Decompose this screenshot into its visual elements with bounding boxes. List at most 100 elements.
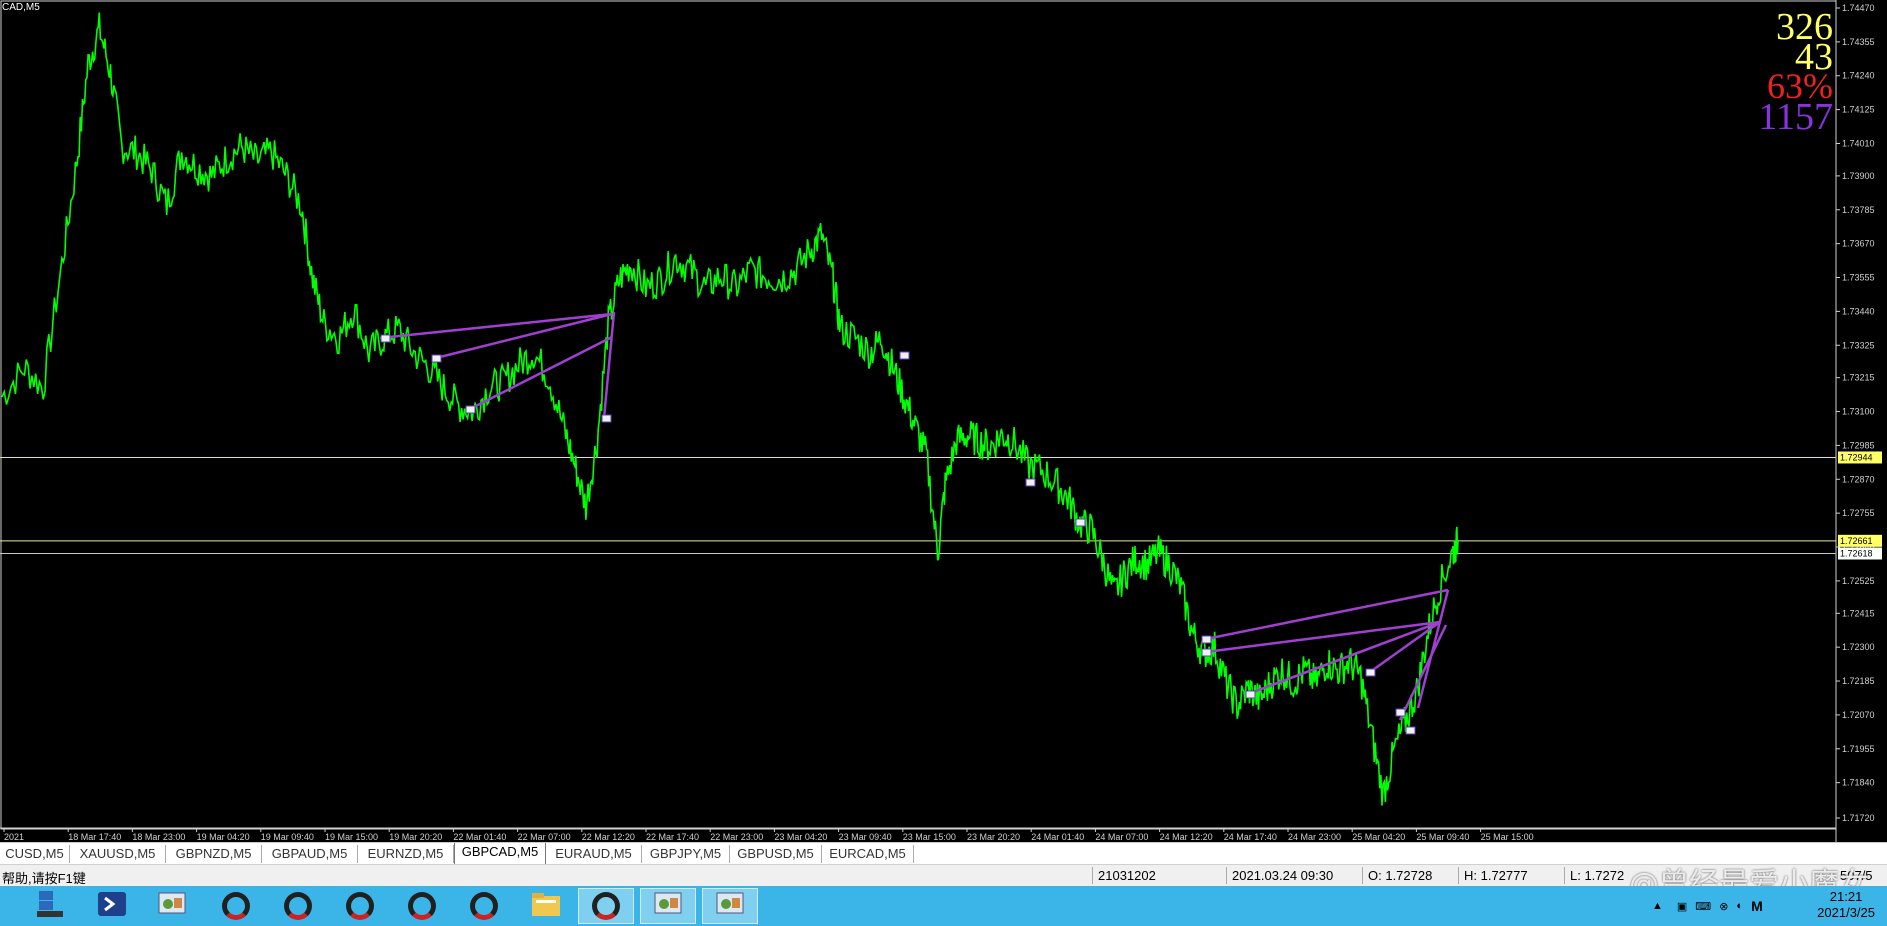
taskbar-app-control-panel[interactable] <box>144 888 200 924</box>
price-tick-label: 1.73325 <box>1842 340 1875 350</box>
taskbar-app-mt4-4[interactable] <box>394 888 450 924</box>
time-tick-label: 19 Mar 15:00 <box>325 832 378 842</box>
remote-desktop-icon <box>715 889 745 924</box>
taskbar-app-server-manager[interactable] <box>22 888 78 924</box>
time-tick-label: 24 Mar 01:40 <box>1031 832 1084 842</box>
tray-expand-icon[interactable]: ▲ <box>1652 900 1663 912</box>
price-tick-label: 1.74010 <box>1842 138 1875 148</box>
control-panel-icon <box>157 889 187 924</box>
pattern-line-2 <box>469 335 613 411</box>
hline-label-1: 1.72661 <box>1840 536 1873 546</box>
price-tick-label: 1.72525 <box>1842 576 1875 586</box>
taskbar-app-powershell[interactable] <box>84 888 140 924</box>
taskbar-app-mt4-5[interactable] <box>456 888 512 924</box>
folder-icon <box>530 890 562 923</box>
price-chart[interactable]: 1.74470 1.74355 1.74240 1.74125 1.74010 1.739… <box>0 0 1887 842</box>
bar-datetime: 2021.03.24 09:30 <box>1232 868 1334 883</box>
time-tick-label: 22 Mar 17:40 <box>646 832 699 842</box>
trade-marker-4 <box>899 351 910 360</box>
chart-tab-cusd-m5[interactable]: CUSD,M5 <box>0 845 70 863</box>
time-tick-label: 25 Mar 04:20 <box>1352 832 1405 842</box>
price-tick-label: 1.74355 <box>1842 37 1875 47</box>
chart-tab-gbpaud-m5[interactable]: GBPAUD,M5 <box>262 845 358 863</box>
time-tick-label: 24 Mar 07:00 <box>1095 832 1148 842</box>
pattern-line-8 <box>1398 624 1448 721</box>
price-tick-label: 1.73215 <box>1842 373 1875 383</box>
time-tick-label: 24 Mar 17:40 <box>1224 832 1277 842</box>
chart-tab-gbpcad-m5[interactable]: GBPCAD,M5 <box>454 843 546 865</box>
price-series-line <box>1 12 1459 806</box>
price-tick-label: 1.72985 <box>1842 440 1875 450</box>
trade-marker-0 <box>380 334 391 343</box>
bar-high: H: 1.72777 <box>1464 868 1528 883</box>
price-tick-label: 1.73900 <box>1842 171 1875 181</box>
chart-window-title: CAD,M5 <box>2 2 40 13</box>
trade-marker-12 <box>1405 726 1416 735</box>
trade-marker-9 <box>1245 690 1256 699</box>
price-tick-label: 1.73100 <box>1842 407 1875 417</box>
taskbar-app-mt4-3[interactable] <box>332 888 388 924</box>
time-tick-label: 24 Mar 12:20 <box>1160 832 1213 842</box>
time-tick-label: 23 Mar 20:20 <box>967 832 1020 842</box>
trade-marker-11 <box>1395 708 1406 717</box>
price-tick-label: 1.72870 <box>1842 474 1875 484</box>
taskbar-app-explorer[interactable] <box>518 888 574 924</box>
mt4-icon <box>408 892 436 920</box>
chart-tab-gbpnzd-m5[interactable]: GBPNZD,M5 <box>166 845 262 863</box>
price-tick-label: 1.72185 <box>1842 676 1875 686</box>
time-tick-label: 18 Mar 23:00 <box>132 832 185 842</box>
powershell-icon <box>97 890 127 923</box>
taskbar-app-mt4-1[interactable] <box>208 888 264 924</box>
mt4-icon <box>346 892 374 920</box>
system-tray: ▲ ▣ ⌨ ⊗ ◐ M <box>1652 886 1763 926</box>
price-tick-label: 1.71955 <box>1842 744 1875 754</box>
chart-tab-xauusd-m5[interactable]: XAUUSD,M5 <box>70 845 166 863</box>
help-hint: 帮助,请按F1键 <box>2 871 86 886</box>
chart-tab-gbpjpy-m5[interactable]: GBPJPY,M5 <box>642 845 730 863</box>
pattern-line-0 <box>379 312 613 340</box>
price-tick-label: 1.73785 <box>1842 205 1875 215</box>
chart-window[interactable]: 1.74470 1.74355 1.74240 1.74125 1.74010 1.739… <box>0 0 1887 842</box>
price-tick-label: 1.72300 <box>1842 642 1875 652</box>
chart-frame <box>0 0 1837 830</box>
bar-open: O: 1.72728 <box>1368 868 1433 883</box>
time-tick-label: 19 Mar 04:20 <box>197 832 250 842</box>
chart-tab-eurcad-m5[interactable]: EURCAD,M5 <box>822 845 914 863</box>
taskbar-app-mt4-active[interactable] <box>578 888 634 924</box>
time-tick-label: 25 Mar 09:40 <box>1416 832 1469 842</box>
chart-tab-bar: CUSD,M5 XAUUSD,M5 GBPNZD,M5 GBPAUD,M5 EURNZD… <box>0 842 1887 865</box>
mt4-icon <box>592 892 620 920</box>
chart-tab-eurnzd-m5[interactable]: EURNZD,M5 <box>358 845 454 863</box>
time-tick-label: 22 Mar 07:00 <box>518 832 571 842</box>
taskbar: ▲ ▣ ⌨ ⊗ ◐ M 21:21 2021/3/25 <box>0 886 1887 926</box>
price-tick-label: 1.72755 <box>1842 508 1875 518</box>
price-tick-label: 1.71720 <box>1842 813 1875 823</box>
trade-marker-2 <box>465 405 476 414</box>
price-tick-label: 1.71840 <box>1842 778 1875 788</box>
trade-marker-8 <box>1201 648 1212 657</box>
clock-time: 21:21 <box>1829 889 1863 904</box>
time-tick-label: 19 Mar 09:40 <box>261 832 314 842</box>
taskbar-app-mt4-2[interactable] <box>270 888 326 924</box>
price-tick-label: 1.73670 <box>1842 239 1875 249</box>
status-bar: 帮助,请按F1键 21031202 2021.03.24 09:30 O: 1.… <box>0 864 1887 902</box>
clock-date: 2021/3/25 <box>1817 905 1875 920</box>
taskbar-app-remote-2[interactable] <box>702 888 758 924</box>
ime-icon[interactable]: M <box>1751 898 1763 914</box>
stat-value-3: 1157 <box>1758 96 1833 138</box>
time-tick-label: 25 Mar 15:00 <box>1481 832 1534 842</box>
network-icon[interactable]: ▣ <box>1677 900 1687 913</box>
speaker-icon[interactable]: ◐ <box>1736 900 1743 912</box>
chart-tab-euraud-m5[interactable]: EURAUD,M5 <box>546 845 642 863</box>
time-tick-label: 23 Mar 04:20 <box>774 832 827 842</box>
taskbar-app-remote-1[interactable] <box>640 888 696 924</box>
trade-marker-3 <box>601 414 612 423</box>
price-tick-label: 1.74470 <box>1842 3 1875 13</box>
taskbar-clock[interactable]: 21:21 2021/3/25 <box>1817 889 1875 921</box>
chart-tab-gbpusd-m5[interactable]: GBPUSD,M5 <box>730 845 822 863</box>
volume-icon[interactable]: ⊗ <box>1719 900 1728 913</box>
keyboard-icon[interactable]: ⌨ <box>1695 900 1711 913</box>
price-tick-label: 1.74125 <box>1842 105 1875 115</box>
time-tick-label: 23 Mar 09:40 <box>839 832 892 842</box>
trade-marker-6 <box>1075 518 1086 527</box>
